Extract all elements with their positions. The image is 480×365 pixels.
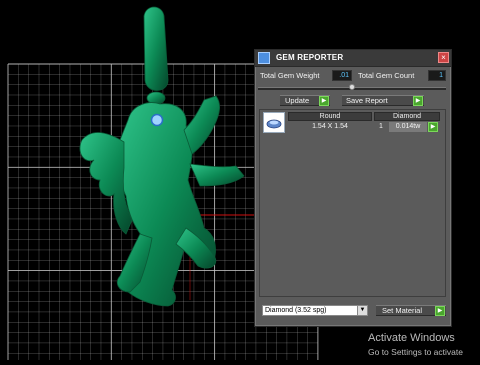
gem-size: 1.54 X 1.54: [312, 123, 348, 130]
gem-list: Round Diamond 1.54 X 1.54 1 0.014tw ▶: [259, 109, 446, 297]
material-select[interactable]: Diamond (3.52 spg) ▼: [262, 305, 368, 316]
lion-forearm: [189, 163, 245, 187]
activate-windows-title: Activate Windows: [368, 332, 455, 344]
play-icon: ▶: [319, 96, 329, 106]
gem-reporter-panel: GEM REPORTER × Total Gem Weight .01 Tota…: [254, 49, 452, 327]
play-icon: ▶: [435, 306, 445, 316]
round-gem-thumbnail-icon: [263, 112, 285, 133]
lion-pendant-model[interactable]: [79, 6, 245, 307]
close-icon[interactable]: ×: [438, 52, 449, 63]
set-material-button[interactable]: Set Material ▶: [376, 305, 446, 316]
chevron-down-icon[interactable]: ▼: [357, 306, 367, 315]
round-diamond-gem[interactable]: [150, 113, 164, 127]
gem-count: 1: [379, 123, 383, 130]
material-row: Diamond (3.52 spg) ▼ Set Material ▶: [262, 305, 447, 317]
total-gem-count-value: 1: [428, 70, 446, 81]
gem-row[interactable]: Round Diamond 1.54 X 1.54 1 0.014tw ▶: [262, 112, 442, 133]
set-material-label: Set Material: [382, 306, 423, 315]
panel-titlebar[interactable]: GEM REPORTER ×: [255, 50, 451, 67]
update-label: Update: [285, 96, 310, 105]
totals-row: Total Gem Weight .01 Total Gem Count 1: [258, 70, 448, 82]
gem-reporter-icon: [258, 52, 270, 64]
material-select-value: Diamond (3.52 spg): [265, 307, 327, 314]
panel-slider[interactable]: [258, 84, 446, 90]
update-button[interactable]: Update ▶: [280, 95, 330, 106]
gem-detail-arrow-icon[interactable]: ▶: [428, 122, 438, 132]
action-row: Update ▶ Save Report ▶: [258, 95, 448, 107]
save-report-button[interactable]: Save Report ▶: [342, 95, 424, 106]
save-report-label: Save Report: [346, 96, 388, 105]
pendant-bail: [143, 6, 169, 91]
play-icon: ▶: [413, 96, 423, 106]
panel-title: GEM REPORTER: [276, 53, 344, 62]
shape-header: Round: [288, 112, 372, 121]
material-header: Diamond: [374, 112, 440, 121]
total-gem-weight-label: Total Gem Weight: [260, 71, 320, 80]
gem-weight: 0.014tw: [389, 122, 427, 132]
slider-thumb[interactable]: [349, 84, 355, 90]
total-gem-weight-value: .01: [332, 70, 352, 81]
activate-windows-subtitle: Go to Settings to activate: [368, 347, 463, 357]
total-gem-count-label: Total Gem Count: [358, 71, 415, 80]
